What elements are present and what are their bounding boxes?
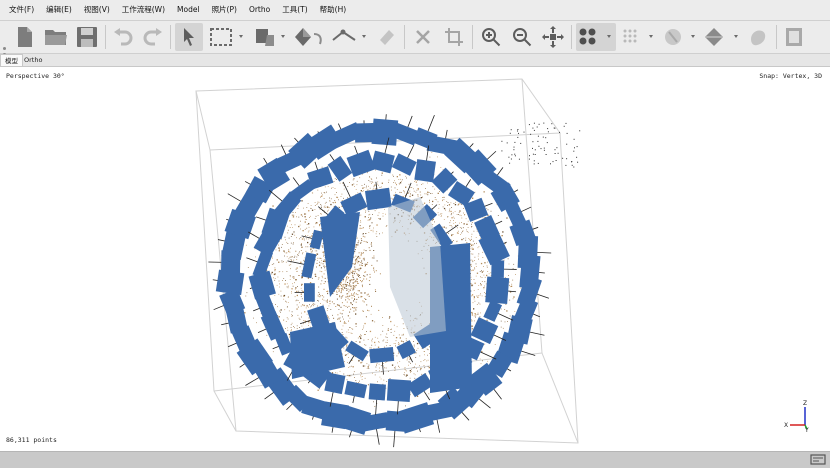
zoom-out-button[interactable] (508, 23, 536, 51)
rotate-object-icon (293, 26, 325, 48)
point-density-button[interactable] (620, 23, 658, 51)
translucent-plane (388, 197, 446, 337)
rectangle-selection-icon (209, 27, 247, 47)
draw-shape-button[interactable] (374, 23, 400, 51)
menu-workflow[interactable]: 工作流程(W) (116, 0, 171, 20)
dense-points-icon (621, 26, 657, 48)
capture-view-icon (785, 27, 803, 47)
eraser-icon (377, 27, 397, 47)
open-folder-icon (44, 27, 68, 47)
menu-view[interactable]: 视图(V) (78, 0, 116, 20)
crop-icon (444, 27, 464, 47)
toolbar-separator (776, 25, 777, 49)
menu-photo[interactable]: 照片(P) (206, 0, 243, 20)
reset-view-icon (542, 26, 564, 48)
navigation-button[interactable] (175, 23, 203, 51)
point-count-label: 86,311 points (6, 436, 57, 444)
toolbar-separator (571, 25, 572, 49)
zoom-out-icon (512, 27, 532, 47)
shading-solid-icon (663, 26, 699, 48)
axis-x-label: X (784, 422, 788, 429)
new-document-button[interactable] (12, 23, 38, 51)
dots-grid-icon (577, 26, 615, 48)
menu-ortho[interactable]: Ortho (243, 0, 276, 20)
rectangle-selection-button[interactable] (208, 23, 248, 51)
camera-planes (208, 111, 553, 448)
show-cameras-button[interactable] (576, 23, 616, 51)
textured-pyramid-icon (703, 26, 741, 48)
undo-icon (113, 28, 133, 46)
pan-tool-button[interactable] (252, 23, 290, 51)
menu-bar: 文件(F) 编辑(E) 视图(V) 工作流程(W) Model 照片(P) Or… (0, 0, 830, 21)
toolbar-separator (170, 25, 171, 49)
delete-button[interactable] (409, 23, 437, 51)
projection-label: Perspective 30° (6, 72, 65, 80)
toolbar-separator (472, 25, 473, 49)
main-toolbar (0, 21, 830, 54)
mask-shape-icon (748, 27, 768, 47)
shading-solid-button[interactable] (662, 23, 700, 51)
view-tab-bar: 模型 Ortho (0, 54, 830, 67)
status-bar (0, 451, 830, 468)
shading-textured-button[interactable] (702, 23, 742, 51)
tab-ortho[interactable]: Ortho (20, 54, 46, 66)
axis-z-label: Z (803, 400, 807, 407)
snap-mode-label: Snap: Vertex, 3D (759, 72, 822, 80)
axis-y-label: Y (804, 427, 809, 433)
menu-edit[interactable]: 编辑(E) (40, 0, 78, 20)
zoom-in-icon (481, 27, 501, 47)
reset-view-button[interactable] (539, 23, 567, 51)
delete-x-icon (415, 29, 431, 45)
toolbar-separator (105, 25, 106, 49)
redo-button[interactable] (140, 23, 166, 51)
capture-view-button[interactable] (781, 23, 807, 51)
save-button[interactable] (74, 23, 100, 51)
console-toggle-icon[interactable] (810, 453, 826, 466)
undo-button[interactable] (110, 23, 136, 51)
crop-button[interactable] (440, 23, 468, 51)
rotate-tool-button[interactable] (292, 23, 326, 51)
new-document-icon (16, 26, 34, 48)
cursor-arrow-icon (182, 27, 196, 47)
toolbar-separator (404, 25, 405, 49)
save-icon (76, 26, 98, 48)
menu-help[interactable]: 帮助(H) (314, 0, 353, 20)
show-mask-button[interactable] (744, 23, 772, 51)
redo-icon (143, 28, 163, 46)
axis-gizmo: Z X Y (780, 399, 820, 433)
hand-drag-icon (253, 26, 289, 48)
open-folder-button[interactable] (42, 23, 70, 51)
menu-file[interactable]: 文件(F) (0, 0, 40, 20)
zoom-in-button[interactable] (477, 23, 505, 51)
ruler-measure-icon (331, 26, 369, 48)
ruler-tool-button[interactable] (330, 23, 370, 51)
menu-model[interactable]: Model (171, 0, 206, 20)
model-viewport[interactable]: Perspective 30° Snap: Vertex, 3D 86,311 … (0, 67, 830, 451)
point-cloud-scene[interactable] (0, 67, 830, 451)
menu-tools[interactable]: 工具(T) (276, 0, 313, 20)
